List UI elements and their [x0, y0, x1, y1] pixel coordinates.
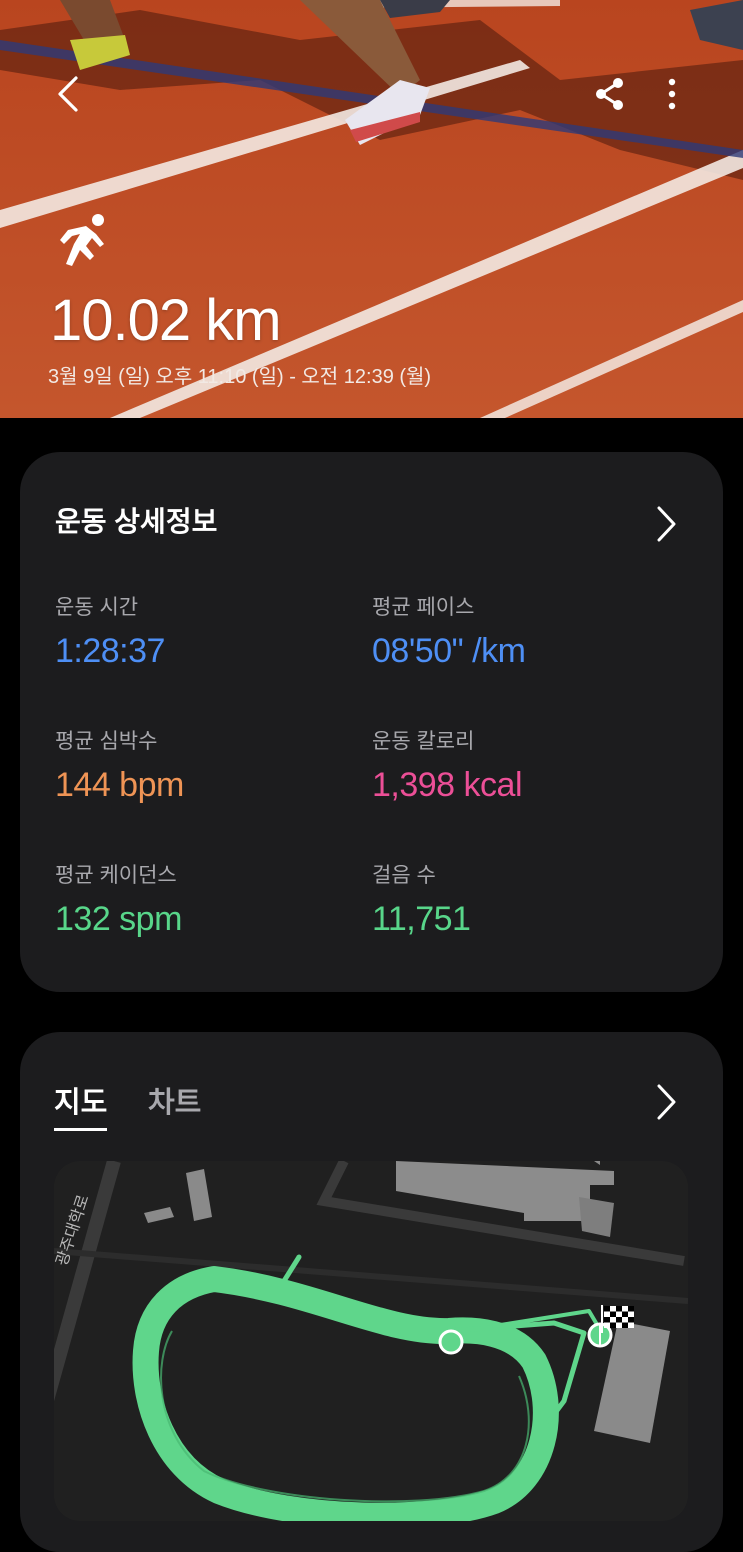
- detail-card-title: 운동 상세정보: [55, 506, 218, 537]
- metric-label: 평균 심박수: [55, 730, 158, 753]
- workout-detail-card[interactable]: 운동 상세정보 운동 시간 1:28:37 평균 페이스 08'50" /km …: [20, 452, 723, 992]
- metric-duration: 운동 시간 1:28:37: [55, 594, 375, 674]
- metric-calories: 운동 칼로리 1,398 kcal: [372, 728, 692, 808]
- metric-label: 운동 시간: [55, 596, 139, 619]
- running-icon: [60, 214, 104, 266]
- back-arrow-icon: [58, 76, 78, 112]
- detail-open-button[interactable]: [646, 502, 686, 546]
- chevron-right-icon: [657, 1084, 676, 1120]
- share-button[interactable]: [586, 70, 634, 118]
- metric-avg-cadence: 평균 케이던스 132 spm: [55, 862, 375, 942]
- metric-label: 걸음 수: [372, 864, 436, 887]
- workout-date-range: 3월 9일 (일) 오후 11:10 (일) - 오전 12:39 (월): [48, 366, 432, 388]
- metric-label: 평균 페이스: [372, 596, 475, 619]
- metric-avg-pace: 평균 페이스 08'50" /km: [372, 594, 692, 674]
- metric-value: 1:28:37: [55, 632, 165, 670]
- metric-value: 144 bpm: [55, 766, 184, 804]
- tab-map[interactable]: 지도: [54, 1084, 108, 1131]
- metric-value: 08'50" /km: [372, 632, 526, 670]
- route-map-graphic: [54, 1161, 688, 1521]
- chevron-right-icon: [657, 506, 676, 542]
- metric-value: 132 spm: [55, 900, 182, 938]
- map-chart-card: 지도 차트 광주대학로: [20, 1032, 723, 1552]
- metric-label: 평균 케이던스: [55, 864, 177, 887]
- map-open-button[interactable]: [646, 1080, 686, 1124]
- route-map[interactable]: 광주대학로: [54, 1161, 688, 1521]
- tab-chart[interactable]: 차트: [148, 1084, 201, 1122]
- workout-distance: 10.02 km: [50, 288, 282, 353]
- workout-hero-banner: 10.02 km 3월 9일 (일) 오후 11:10 (일) - 오전 12:…: [0, 0, 743, 418]
- metric-value: 1,398 kcal: [372, 766, 523, 804]
- metric-value: 11,751: [372, 900, 471, 938]
- more-vertical-icon: [668, 78, 676, 110]
- more-options-button[interactable]: [648, 70, 696, 118]
- metric-label: 운동 칼로리: [372, 730, 475, 753]
- metric-steps: 걸음 수 11,751: [372, 862, 692, 942]
- metric-avg-heart-rate: 평균 심박수 144 bpm: [55, 728, 375, 808]
- share-icon: [596, 78, 623, 110]
- back-button[interactable]: [44, 70, 92, 118]
